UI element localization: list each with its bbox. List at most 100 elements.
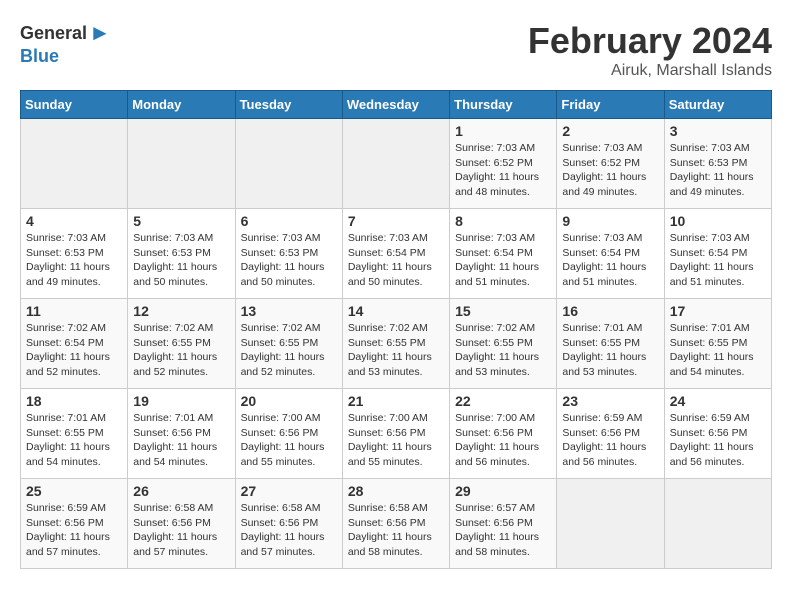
cell-info: Sunrise: 7:02 AMSunset: 6:54 PMDaylight:…: [26, 321, 122, 380]
calendar-cell: [128, 119, 235, 209]
calendar-cell: 15 Sunrise: 7:02 AMSunset: 6:55 PMDayligh…: [450, 299, 557, 389]
calendar-cell: 16 Sunrise: 7:01 AMSunset: 6:55 PMDayligh…: [557, 299, 664, 389]
day-number: 2: [562, 123, 658, 139]
calendar-cell: 14Sunrise: 7:02 AMSunset: 6:55 PMDayligh…: [342, 299, 449, 389]
calendar-cell: 22Sunrise: 7:00 AMSunset: 6:56 PMDayligh…: [450, 389, 557, 479]
calendar-cell: 9 Sunrise: 7:03 AMSunset: 6:54 PMDaylight…: [557, 209, 664, 299]
calendar-cell: 13Sunrise: 7:02 AMSunset: 6:55 PMDayligh…: [235, 299, 342, 389]
calendar-cell: 21 Sunrise: 7:00 AMSunset: 6:56 PMDayligh…: [342, 389, 449, 479]
calendar-cell: 27 Sunrise: 6:58 AMSunset: 6:56 PMDayligh…: [235, 479, 342, 569]
header-day-friday: Friday: [557, 91, 664, 119]
cell-info: Sunrise: 6:58 AMSunset: 6:56 PMDaylight:…: [133, 501, 229, 560]
day-number: 4: [26, 213, 122, 229]
cell-info: Sunrise: 7:03 AMSunset: 6:54 PMDaylight:…: [348, 231, 444, 290]
calendar-cell: 1 Sunrise: 7:03 AMSunset: 6:52 PMDaylight…: [450, 119, 557, 209]
cell-info: Sunrise: 7:03 AMSunset: 6:53 PMDaylight:…: [133, 231, 229, 290]
calendar-cell: [342, 119, 449, 209]
cell-info: Sunrise: 7:01 AMSunset: 6:55 PMDaylight:…: [670, 321, 766, 380]
cell-info: Sunrise: 7:03 AMSunset: 6:54 PMDaylight:…: [455, 231, 551, 290]
day-number: 6: [241, 213, 337, 229]
cell-info: Sunrise: 7:03 AMSunset: 6:53 PMDaylight:…: [26, 231, 122, 290]
week-row-4: 18 Sunrise: 7:01 AMSunset: 6:55 PMDayligh…: [21, 389, 772, 479]
day-number: 22: [455, 393, 551, 409]
cell-info: Sunrise: 7:01 AMSunset: 6:55 PMDaylight:…: [562, 321, 658, 380]
cell-info: Sunrise: 7:03 AMSunset: 6:54 PMDaylight:…: [670, 231, 766, 290]
calendar-cell: 29 Sunrise: 6:57 AMSunset: 6:56 PMDayligh…: [450, 479, 557, 569]
cell-info: Sunrise: 7:03 AMSunset: 6:53 PMDaylight:…: [241, 231, 337, 290]
day-number: 15: [455, 303, 551, 319]
calendar-cell: 6 Sunrise: 7:03 AMSunset: 6:53 PMDaylight…: [235, 209, 342, 299]
day-number: 19: [133, 393, 229, 409]
calendar-cell: [557, 479, 664, 569]
cell-info: Sunrise: 6:58 AMSunset: 6:56 PMDaylight:…: [348, 501, 444, 560]
day-number: 23: [562, 393, 658, 409]
week-row-1: 1 Sunrise: 7:03 AMSunset: 6:52 PMDaylight…: [21, 119, 772, 209]
calendar-table: SundayMondayTuesdayWednesdayThursdayFrid…: [20, 90, 772, 569]
calendar-cell: 17 Sunrise: 7:01 AMSunset: 6:55 PMDayligh…: [664, 299, 771, 389]
cell-info: Sunrise: 7:03 AMSunset: 6:54 PMDaylight:…: [562, 231, 658, 290]
cell-info: Sunrise: 7:01 AMSunset: 6:55 PMDaylight:…: [26, 411, 122, 470]
day-number: 13: [241, 303, 337, 319]
day-number: 20: [241, 393, 337, 409]
day-number: 3: [670, 123, 766, 139]
calendar-cell: 7Sunrise: 7:03 AMSunset: 6:54 PMDaylight…: [342, 209, 449, 299]
calendar-cell: 23Sunrise: 6:59 AMSunset: 6:56 PMDayligh…: [557, 389, 664, 479]
day-number: 27: [241, 483, 337, 499]
cell-info: Sunrise: 7:02 AMSunset: 6:55 PMDaylight:…: [455, 321, 551, 380]
day-number: 10: [670, 213, 766, 229]
calendar-cell: 20 Sunrise: 7:00 AMSunset: 6:56 PMDayligh…: [235, 389, 342, 479]
day-number: 16: [562, 303, 658, 319]
week-row-5: 25 Sunrise: 6:59 AMSunset: 6:56 PMDayligh…: [21, 479, 772, 569]
header-day-sunday: Sunday: [21, 91, 128, 119]
day-number: 9: [562, 213, 658, 229]
day-number: 21: [348, 393, 444, 409]
header-day-wednesday: Wednesday: [342, 91, 449, 119]
day-number: 17: [670, 303, 766, 319]
calendar-cell: [235, 119, 342, 209]
day-number: 26: [133, 483, 229, 499]
cell-info: Sunrise: 6:58 AMSunset: 6:56 PMDaylight:…: [241, 501, 337, 560]
calendar-cell: [664, 479, 771, 569]
day-number: 24: [670, 393, 766, 409]
calendar-cell: 5 Sunrise: 7:03 AMSunset: 6:53 PMDaylight…: [128, 209, 235, 299]
calendar-cell: [21, 119, 128, 209]
cell-info: Sunrise: 7:03 AMSunset: 6:52 PMDaylight:…: [562, 141, 658, 200]
day-number: 29: [455, 483, 551, 499]
day-number: 8: [455, 213, 551, 229]
header-day-monday: Monday: [128, 91, 235, 119]
header-day-tuesday: Tuesday: [235, 91, 342, 119]
header-row: SundayMondayTuesdayWednesdayThursdayFrid…: [21, 91, 772, 119]
logo-blue: Blue: [20, 46, 59, 67]
week-row-3: 11 Sunrise: 7:02 AMSunset: 6:54 PMDayligh…: [21, 299, 772, 389]
week-row-2: 4 Sunrise: 7:03 AMSunset: 6:53 PMDaylight…: [21, 209, 772, 299]
cell-info: Sunrise: 6:59 AMSunset: 6:56 PMDaylight:…: [26, 501, 122, 560]
cell-info: Sunrise: 7:03 AMSunset: 6:52 PMDaylight:…: [455, 141, 551, 200]
calendar-cell: 10 Sunrise: 7:03 AMSunset: 6:54 PMDayligh…: [664, 209, 771, 299]
calendar-cell: 24Sunrise: 6:59 AMSunset: 6:56 PMDayligh…: [664, 389, 771, 479]
logo: General ► Blue: [20, 20, 111, 67]
calendar-cell: 25 Sunrise: 6:59 AMSunset: 6:56 PMDayligh…: [21, 479, 128, 569]
cell-info: Sunrise: 6:57 AMSunset: 6:56 PMDaylight:…: [455, 501, 551, 560]
header-day-thursday: Thursday: [450, 91, 557, 119]
cell-info: Sunrise: 7:00 AMSunset: 6:56 PMDaylight:…: [348, 411, 444, 470]
cell-info: Sunrise: 7:03 AMSunset: 6:53 PMDaylight:…: [670, 141, 766, 200]
calendar-cell: 8 Sunrise: 7:03 AMSunset: 6:54 PMDaylight…: [450, 209, 557, 299]
day-number: 11: [26, 303, 122, 319]
cell-info: Sunrise: 7:00 AMSunset: 6:56 PMDaylight:…: [241, 411, 337, 470]
calendar-cell: 26 Sunrise: 6:58 AMSunset: 6:56 PMDayligh…: [128, 479, 235, 569]
month-title: February 2024: [528, 20, 772, 62]
calendar-cell: 11 Sunrise: 7:02 AMSunset: 6:54 PMDayligh…: [21, 299, 128, 389]
calendar-cell: 2 Sunrise: 7:03 AMSunset: 6:52 PMDaylight…: [557, 119, 664, 209]
day-number: 5: [133, 213, 229, 229]
calendar-cell: 19 Sunrise: 7:01 AMSunset: 6:56 PMDayligh…: [128, 389, 235, 479]
title-area: February 2024 Airuk, Marshall Islands: [528, 20, 772, 80]
day-number: 25: [26, 483, 122, 499]
day-number: 14: [348, 303, 444, 319]
logo-general: General: [20, 23, 87, 44]
cell-info: Sunrise: 7:01 AMSunset: 6:56 PMDaylight:…: [133, 411, 229, 470]
day-number: 1: [455, 123, 551, 139]
day-number: 12: [133, 303, 229, 319]
calendar-cell: 3 Sunrise: 7:03 AMSunset: 6:53 PMDaylight…: [664, 119, 771, 209]
day-number: 18: [26, 393, 122, 409]
cell-info: Sunrise: 7:02 AMSunset: 6:55 PMDaylight:…: [133, 321, 229, 380]
